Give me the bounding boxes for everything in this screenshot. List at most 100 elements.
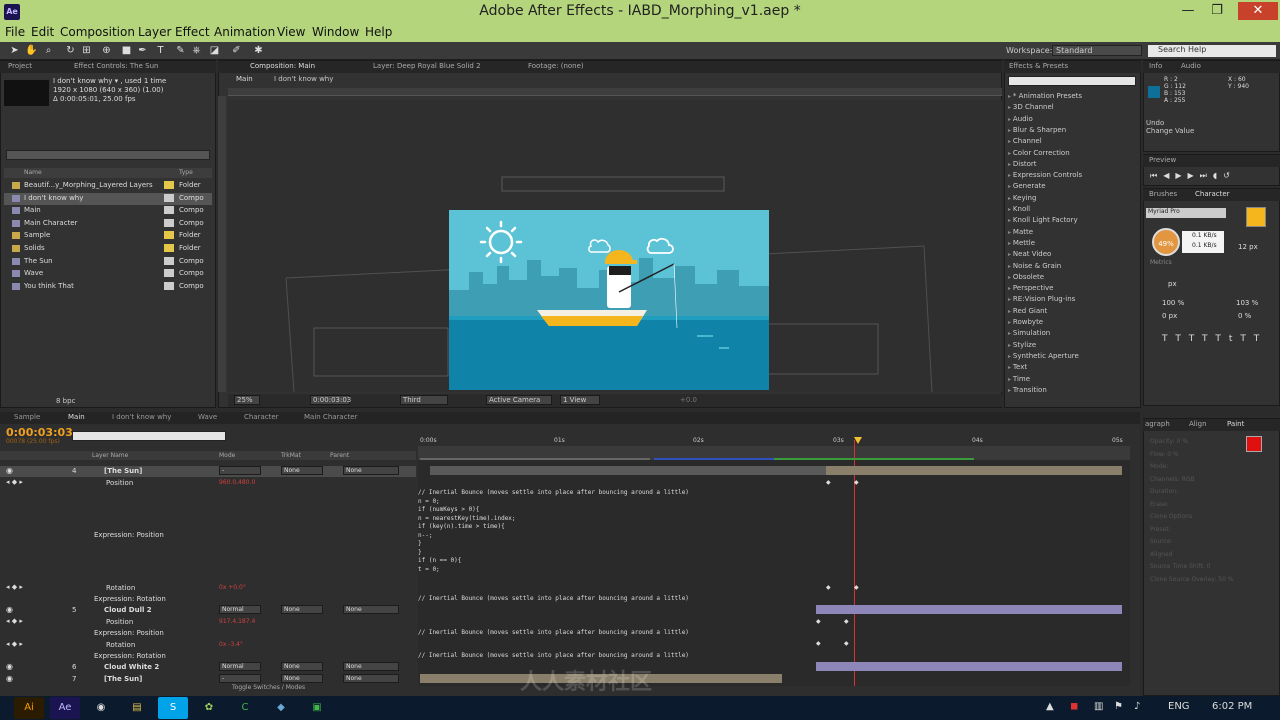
property-row[interactable]: ◂ ◆ ▸ Rotation 0x +0.0° bbox=[0, 583, 416, 594]
keyframe-diamond-icon[interactable]: ◆ bbox=[826, 584, 831, 591]
subtab-i-dont-know-why[interactable]: I don't know why bbox=[274, 75, 333, 83]
label-color-swatch[interactable] bbox=[164, 181, 174, 189]
property-value[interactable]: 0x +0.0° bbox=[219, 584, 246, 591]
pan-behind-tool-icon[interactable]: ⊕ bbox=[100, 44, 113, 57]
layer-row[interactable]: 5 Cloud Dull 2 Normal None None ◉ bbox=[0, 605, 416, 616]
property-value[interactable]: 917.4,187.4 bbox=[219, 618, 255, 625]
tab-align[interactable]: Align bbox=[1189, 420, 1207, 428]
effects-category-item[interactable]: Expression Controls bbox=[1008, 171, 1082, 179]
toggle-switches-modes-button[interactable]: Toggle Switches / Modes bbox=[232, 684, 305, 691]
minimize-button[interactable]: — bbox=[1175, 2, 1201, 20]
blend-mode-select[interactable]: Normal bbox=[219, 662, 261, 671]
tab-timeline-main[interactable]: Main bbox=[68, 413, 85, 421]
effects-category-item[interactable]: Perspective bbox=[1008, 284, 1054, 292]
tab-brushes[interactable]: Brushes bbox=[1149, 190, 1177, 198]
effects-category-item[interactable]: Noise & Grain bbox=[1008, 262, 1061, 270]
project-item-row[interactable]: Solids Folder bbox=[4, 243, 212, 255]
font-size-value[interactable]: 12 px bbox=[1238, 243, 1258, 251]
property-value[interactable]: 0x -3.4° bbox=[219, 641, 243, 648]
effects-category-item[interactable]: 3D Channel bbox=[1008, 103, 1054, 111]
font-family-select[interactable]: Myriad Pro bbox=[1146, 208, 1226, 218]
keyframe-nav-icon[interactable]: ◂ ◆ ▸ bbox=[6, 640, 23, 648]
camera-select[interactable]: Active Camera bbox=[486, 395, 552, 405]
label-color-swatch[interactable] bbox=[164, 206, 174, 215]
effects-category-item[interactable]: Color Correction bbox=[1008, 149, 1070, 157]
effects-category-item[interactable]: Synthetic Aperture bbox=[1008, 352, 1079, 360]
visibility-eye-icon[interactable]: ◉ bbox=[6, 605, 13, 614]
track-matte-select[interactable]: None bbox=[281, 605, 323, 614]
effects-category-item[interactable]: RE:Vision Plug-ins bbox=[1008, 295, 1075, 303]
tab-effects-presets[interactable]: Effects & Presets bbox=[1009, 62, 1068, 70]
effects-category-item[interactable]: * Animation Presets bbox=[1008, 92, 1082, 100]
layer-duration-bar[interactable] bbox=[430, 466, 826, 475]
menu-view[interactable]: View bbox=[277, 25, 305, 39]
menu-composition[interactable]: Composition bbox=[60, 25, 135, 39]
effects-category-item[interactable]: Rowbyte bbox=[1008, 318, 1043, 326]
taskbar-illustrator-icon[interactable]: Ai bbox=[14, 697, 44, 719]
view-layout-select[interactable]: 1 View bbox=[560, 395, 600, 405]
effects-category-item[interactable]: Generate bbox=[1008, 182, 1046, 190]
project-item-row[interactable]: Wave Compo bbox=[4, 268, 212, 280]
keyframe-nav-icon[interactable]: ◂ ◆ ▸ bbox=[6, 478, 23, 486]
loop-icon[interactable]: ↺ bbox=[1223, 171, 1236, 180]
keyframe-nav-icon[interactable]: ◂ ◆ ▸ bbox=[6, 583, 23, 591]
expression-row[interactable]: Expression: Rotation bbox=[0, 594, 416, 605]
visibility-eye-icon[interactable]: ◉ bbox=[6, 674, 13, 683]
close-button[interactable]: ✕ bbox=[1238, 2, 1278, 20]
project-item-row[interactable]: Main Character Compo bbox=[4, 218, 212, 230]
keyframe-diamond-icon[interactable]: ◆ bbox=[816, 618, 821, 625]
menu-animation[interactable]: Animation bbox=[214, 25, 275, 39]
menu-layer[interactable]: Layer bbox=[138, 25, 171, 39]
tab-timeline-sample[interactable]: Sample bbox=[14, 413, 40, 421]
fill-color-swatch[interactable] bbox=[1246, 207, 1266, 227]
effects-category-item[interactable]: Red Giant bbox=[1008, 307, 1047, 315]
tray-language[interactable]: ENG bbox=[1168, 701, 1190, 712]
camera-tool-icon[interactable]: ⊞ bbox=[80, 44, 93, 57]
current-time-indicator-head[interactable] bbox=[854, 437, 862, 444]
horizontal-scale-value[interactable]: 103 % bbox=[1236, 299, 1258, 307]
mode-column[interactable]: Mode bbox=[219, 452, 235, 459]
expression-row[interactable]: Expression: Rotation bbox=[0, 651, 416, 662]
effects-category-item[interactable]: Keying bbox=[1008, 194, 1037, 202]
track-matte-select[interactable]: None bbox=[281, 662, 323, 671]
tsume-value[interactable]: 0 % bbox=[1238, 312, 1251, 320]
small-caps-icon[interactable]: Tt bbox=[1215, 334, 1240, 344]
project-item-row[interactable]: You think That Compo bbox=[4, 281, 212, 293]
track-matte-select[interactable]: None bbox=[281, 674, 323, 683]
expression-row[interactable]: Expression: Position bbox=[0, 628, 416, 639]
label-color-swatch[interactable] bbox=[164, 231, 174, 240]
audio-icon[interactable]: ◖ bbox=[1213, 171, 1223, 180]
tab-project[interactable]: Project bbox=[8, 62, 32, 70]
effects-category-item[interactable]: Time bbox=[1008, 375, 1030, 383]
kerning-value[interactable]: Metrics bbox=[1150, 259, 1172, 266]
project-item-row[interactable]: The Sun Compo bbox=[4, 256, 212, 268]
keyframe-diamond-icon[interactable]: ◆ bbox=[854, 479, 859, 486]
tab-timeline-i-dont-know-why[interactable]: I don't know why bbox=[112, 413, 171, 421]
keyframe-diamond-icon[interactable]: ◆ bbox=[844, 618, 849, 625]
paint-foreground-color[interactable] bbox=[1246, 436, 1262, 452]
property-row[interactable]: ◂ ◆ ▸ Position 960.0,480.0 bbox=[0, 478, 416, 489]
exposure-value[interactable]: +0.0 bbox=[680, 396, 697, 404]
faux-italic-icon[interactable]: T bbox=[1175, 334, 1188, 344]
taskbar-notes-icon[interactable]: ▣ bbox=[302, 697, 332, 719]
clone-stamp-tool-icon[interactable]: ⎈ bbox=[190, 44, 203, 57]
effects-search-input[interactable] bbox=[1008, 76, 1136, 86]
tray-arrow-icon[interactable]: ▲ bbox=[1046, 701, 1054, 712]
cache-indicator-bar[interactable] bbox=[654, 458, 774, 460]
work-area-bar[interactable] bbox=[420, 458, 650, 460]
first-frame-icon[interactable]: ⏮ bbox=[1150, 171, 1163, 180]
subscript-icon[interactable]: T bbox=[1254, 334, 1268, 344]
resolution-select[interactable]: Third bbox=[400, 395, 448, 405]
faux-bold-icon[interactable]: T bbox=[1162, 334, 1175, 344]
tab-info[interactable]: Info bbox=[1149, 62, 1162, 70]
effects-category-item[interactable]: Blur & Sharpen bbox=[1008, 126, 1066, 134]
project-item-row[interactable]: Main Compo bbox=[4, 205, 212, 217]
keyframe-diamond-icon[interactable]: ◆ bbox=[854, 584, 859, 591]
type-column-header[interactable]: Type bbox=[179, 169, 193, 176]
layer-row[interactable]: 6 Cloud White 2 Normal None None ◉ bbox=[0, 662, 416, 673]
current-time-display[interactable]: 0:00:03:03 bbox=[310, 395, 351, 405]
blend-mode-select[interactable]: Normal bbox=[219, 605, 261, 614]
effects-category-item[interactable]: Neat Video bbox=[1008, 250, 1051, 258]
tab-preview[interactable]: Preview bbox=[1149, 156, 1176, 164]
eraser-tool-icon[interactable]: ◪ bbox=[208, 44, 221, 57]
